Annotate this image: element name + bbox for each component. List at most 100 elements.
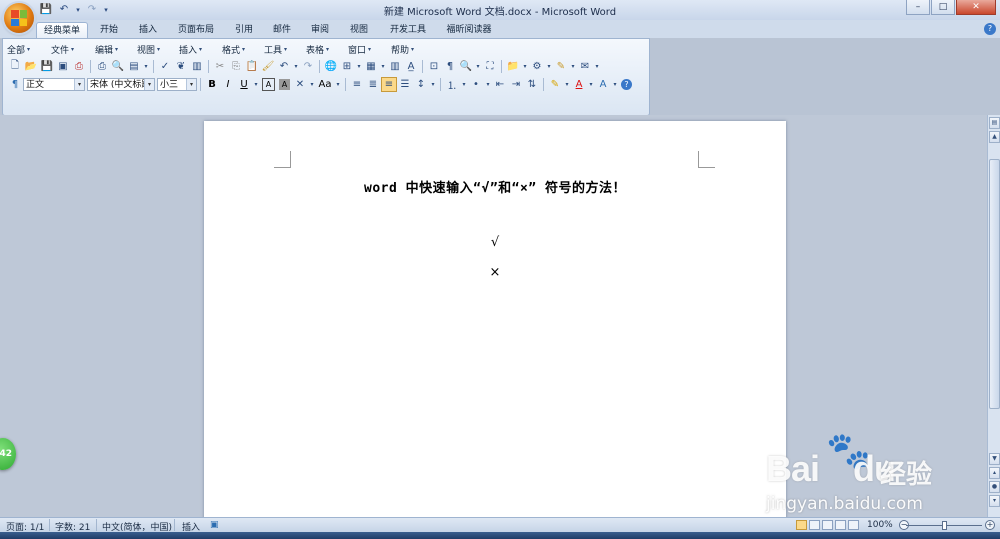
table-icon[interactable]: ⊞ (339, 59, 355, 74)
chevron-down-icon[interactable]: ▾ (484, 77, 492, 92)
zoom-icon[interactable]: 🔍 (458, 59, 474, 74)
columns-icon[interactable]: ▥ (387, 59, 403, 74)
chevron-down-icon[interactable]: ▾ (593, 59, 601, 74)
menu-file[interactable]: 文件 ▾ (51, 43, 95, 56)
scroll-up-icon[interactable]: ▲ (989, 131, 1000, 143)
research-icon[interactable]: ▤ (126, 59, 142, 74)
maximize-button[interactable]: □ (931, 0, 955, 15)
document-map-icon[interactable]: ⊡ (426, 59, 442, 74)
drawing-icon[interactable]: A̲ (403, 59, 419, 74)
italic-button[interactable]: I (220, 77, 236, 92)
document-page[interactable]: word 中快速输入“√”和“×” 符号的方法！ √ × (204, 121, 786, 521)
vertical-scrollbar[interactable]: ▤ ▲ ▼ ▴ ● ▾ (987, 115, 1000, 517)
tab-page-layout[interactable]: 页面布局 (170, 22, 222, 38)
chevron-down-icon[interactable]: ▾ (74, 78, 84, 90)
word-count-icon[interactable]: ▥ (189, 59, 205, 74)
gear-icon[interactable]: ⚙ (529, 59, 545, 74)
full-screen-reading-view-button[interactable] (809, 520, 820, 530)
office-button[interactable] (4, 3, 34, 33)
wave-text-icon[interactable]: ✕ (292, 77, 308, 92)
zoom-in-icon[interactable]: + (985, 520, 995, 530)
folder-icon[interactable]: 📁 (505, 59, 521, 74)
increase-indent-icon[interactable]: ⇥ (508, 77, 524, 92)
zoom-level[interactable]: 100% (867, 520, 893, 530)
justify-icon[interactable]: ☰ (397, 77, 413, 92)
chevron-down-icon[interactable]: ▾ (142, 59, 150, 74)
chevron-down-icon[interactable]: ▾ (292, 59, 300, 74)
chevron-down-icon[interactable]: ▾ (429, 77, 437, 92)
tab-view[interactable]: 视图 (342, 22, 376, 38)
format-painter-icon[interactable]: 🖌 (260, 59, 276, 74)
ruler-toggle-icon[interactable]: ▤ (989, 117, 1000, 129)
zoom-slider[interactable] (906, 521, 982, 530)
web-layout-view-button[interactable] (822, 520, 833, 530)
menu-edit[interactable]: 编辑 ▾ (95, 43, 137, 56)
menu-help[interactable]: 帮助 ▾ (391, 43, 431, 56)
macro-record-icon[interactable]: ▣ (210, 520, 219, 530)
bold-button[interactable]: B (204, 77, 220, 92)
cut-icon[interactable]: ✂ (212, 59, 228, 74)
tab-mailings[interactable]: 邮件 (266, 22, 298, 38)
copy-icon[interactable]: ⎘ (228, 59, 244, 74)
email-icon[interactable]: ✉ (577, 59, 593, 74)
align-left-icon[interactable]: ≡ (349, 77, 365, 92)
tab-review[interactable]: 审阅 (304, 22, 336, 38)
save-as-icon[interactable]: ▣ (55, 59, 71, 74)
change-case-button[interactable]: Aa (316, 77, 334, 92)
line-spacing-icon[interactable]: ↕ (413, 77, 429, 92)
underline-button[interactable]: U (236, 77, 252, 92)
previous-page-icon[interactable]: ▴ (989, 467, 1000, 479)
show-marks-icon[interactable]: ¶ (442, 59, 458, 74)
menu-view[interactable]: 视图 ▾ (137, 43, 179, 56)
close-button[interactable]: ✕ (956, 0, 996, 15)
highlight-icon[interactable]: ✎ (547, 77, 563, 92)
align-center-icon[interactable]: ≣ (365, 77, 381, 92)
decrease-indent-icon[interactable]: ⇤ (492, 77, 508, 92)
char-shading-button[interactable]: A (279, 78, 290, 90)
chevron-down-icon[interactable]: ▾ (474, 59, 482, 74)
print-layout-view-button[interactable] (796, 520, 807, 530)
scroll-thumb[interactable] (989, 159, 1000, 409)
help-icon[interactable]: ? (984, 23, 996, 35)
char-border-button[interactable]: A (262, 77, 275, 91)
spelling-icon[interactable]: ✓ (157, 59, 173, 74)
pdf-icon[interactable]: ⎙ (71, 59, 87, 74)
chevron-down-icon[interactable]: ▾ (587, 77, 595, 92)
chevron-down-icon[interactable]: ▾ (308, 77, 316, 92)
redo-icon[interactable]: ↷ (300, 59, 316, 74)
print-icon[interactable]: ⎙ (94, 59, 110, 74)
zoom-slider-knob[interactable] (942, 521, 947, 530)
chevron-down-icon[interactable]: ▾ (355, 59, 363, 74)
print-preview-icon[interactable]: 🔍 (110, 59, 126, 74)
chevron-down-icon[interactable]: ▾ (460, 77, 468, 92)
save-icon[interactable]: 💾 (39, 59, 55, 74)
font-size-combo[interactable]: 小三 ▾ (157, 77, 197, 91)
numbering-icon[interactable]: ⒈ (444, 77, 460, 92)
chevron-down-icon[interactable]: ▾ (521, 59, 529, 74)
menu-window[interactable]: 窗口 ▾ (348, 43, 391, 56)
chevron-down-icon[interactable]: ▾ (379, 59, 387, 74)
sort-icon[interactable]: ⇅ (524, 77, 540, 92)
menu-tools[interactable]: 工具 ▾ (264, 43, 306, 56)
draft-view-button[interactable] (848, 520, 859, 530)
minimize-button[interactable]: – (906, 0, 930, 15)
chevron-down-icon[interactable]: ▾ (186, 78, 196, 90)
menu-format[interactable]: 格式 ▾ (222, 43, 264, 56)
tab-home[interactable]: 开始 (92, 22, 126, 38)
text-effect-button[interactable]: A (595, 77, 611, 92)
chevron-down-icon[interactable]: ▾ (569, 59, 577, 74)
tab-insert[interactable]: 插入 (132, 22, 164, 38)
tab-foxit-reader[interactable]: 福昕阅读器 (440, 22, 498, 38)
chevron-down-icon[interactable]: ▾ (334, 77, 342, 92)
paste-icon[interactable]: 📋 (244, 59, 260, 74)
open-folder-icon[interactable]: 📂 (23, 59, 39, 74)
chevron-down-icon[interactable]: ▾ (545, 59, 553, 74)
help-icon[interactable]: ? (621, 78, 632, 90)
tab-developer[interactable]: 开发工具 (382, 22, 434, 38)
next-page-icon[interactable]: ▾ (989, 495, 1000, 507)
tab-classic-menu[interactable]: 经典菜单 (36, 22, 88, 39)
menu-table[interactable]: 表格 ▾ (306, 43, 348, 56)
chevron-down-icon[interactable]: ▾ (144, 78, 154, 90)
undo-icon[interactable]: ↶ (276, 59, 292, 74)
brush-icon[interactable]: ✎ (553, 59, 569, 74)
